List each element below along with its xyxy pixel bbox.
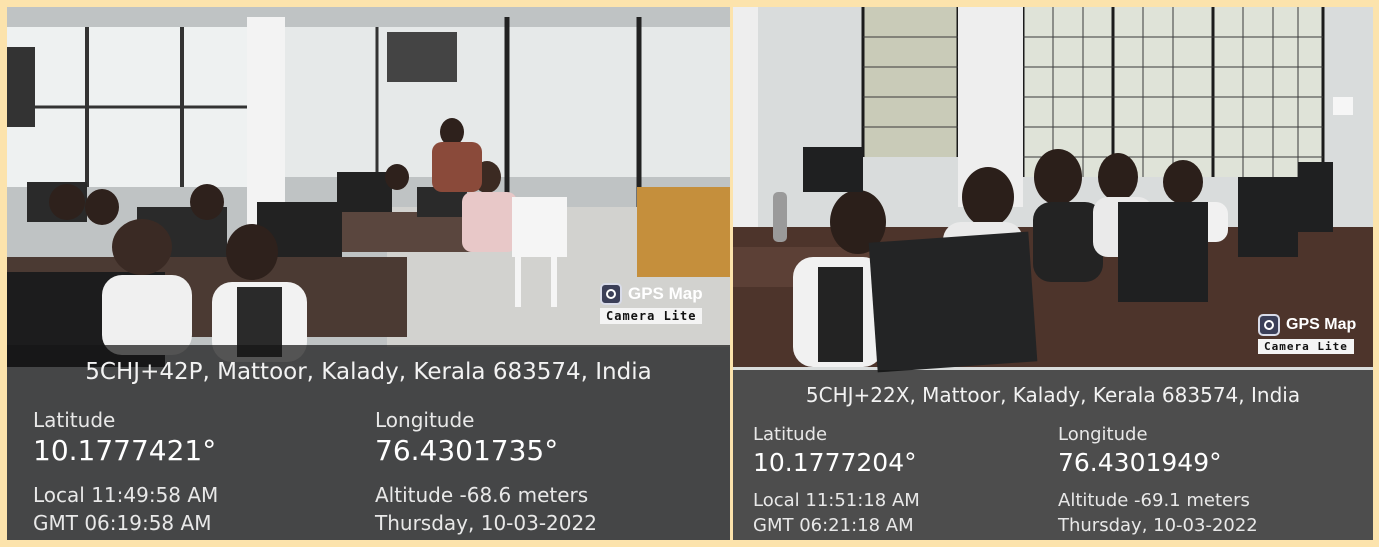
latitude-label: Latitude: [33, 408, 116, 432]
latitude-label: Latitude: [753, 424, 828, 445]
watermark-title: GPS Map: [628, 284, 703, 303]
latitude-value: 10.1777421°: [33, 434, 217, 467]
camera-icon: [1258, 314, 1280, 336]
longitude-label: Longitude: [375, 408, 475, 432]
address-text: 5CHJ+22X, Mattoor, Kalady, Kerala 683574…: [805, 383, 1301, 407]
longitude-label: Longitude: [1058, 424, 1148, 445]
location-overlay: 5CHJ+22X, Mattoor, Kalady, Kerala 683574…: [733, 370, 1373, 540]
altitude: Altitude -69.1 meters: [1058, 490, 1250, 511]
location-overlay: 5CHJ+42P, Mattoor, Kalady, Kerala 683574…: [7, 345, 730, 540]
geotagged-photo-right: GPS Map Camera Lite 5CHJ+22X, Mattoor, K…: [733, 7, 1373, 540]
longitude-value: 76.4301949°: [1058, 448, 1222, 477]
watermark-subtitle: Camera Lite: [1258, 339, 1354, 354]
date: Thursday, 10-03-2022: [375, 511, 597, 535]
latitude-value: 10.1777204°: [753, 448, 917, 477]
watermark-title: GPS Map: [1286, 316, 1357, 333]
date: Thursday, 10-03-2022: [1058, 515, 1258, 536]
local-time: Local 11:51:18 AM: [753, 490, 920, 511]
local-time: Local 11:49:58 AM: [33, 483, 219, 507]
address-text: 5CHJ+42P, Mattoor, Kalady, Kerala 683574…: [85, 359, 652, 385]
geotagged-photo-left: GPS Map Camera Lite 5CHJ+42P, Mattoor, K…: [7, 7, 730, 540]
longitude-value: 76.4301735°: [375, 434, 559, 467]
watermark-subtitle: Camera Lite: [600, 308, 703, 324]
gps-map-camera-watermark: GPS Map Camera Lite: [600, 283, 703, 325]
camera-icon: [600, 283, 622, 305]
gmt-time: GMT 06:21:18 AM: [753, 515, 914, 536]
gps-map-camera-watermark: GPS Map Camera Lite: [1258, 314, 1356, 355]
altitude: Altitude -68.6 meters: [375, 483, 589, 507]
gmt-time: GMT 06:19:58 AM: [33, 511, 212, 535]
